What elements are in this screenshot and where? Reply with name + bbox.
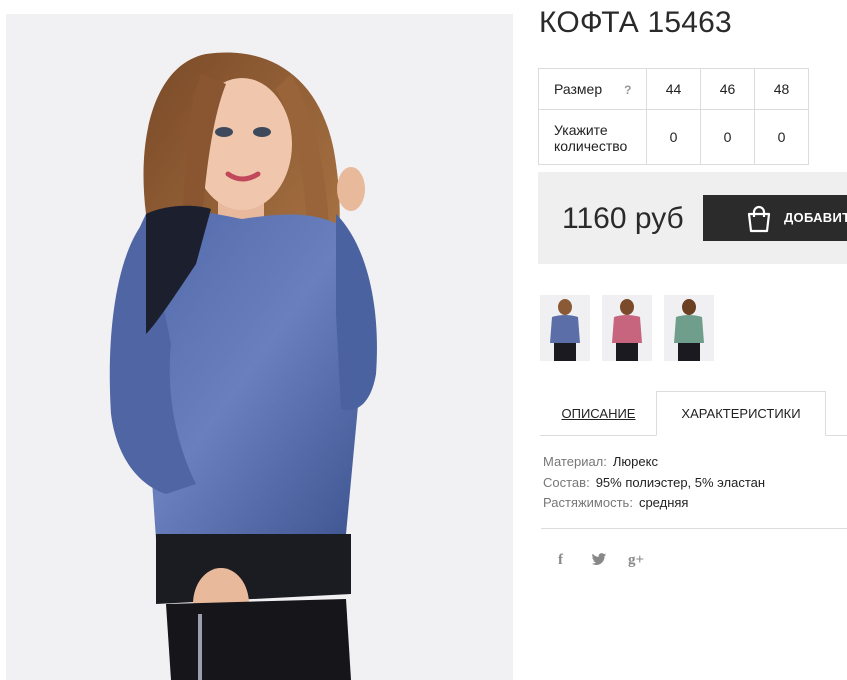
thumbnail-blue[interactable] <box>540 295 590 361</box>
product-price: 1160 руб <box>562 202 684 235</box>
google-plus-icon[interactable]: g+ <box>628 552 644 569</box>
add-to-cart-button[interactable]: ДОБАВИТЬ <box>703 195 847 241</box>
size-table: Размер? 44 46 48 Укажите количество 0 0 … <box>538 68 809 165</box>
shopping-bag-icon <box>745 205 773 236</box>
tab-characteristics[interactable]: ХАРАКТЕРИСТИКИ <box>656 391 826 436</box>
quantity-label-cell: Укажите количество <box>538 109 647 165</box>
size-option: 44 <box>646 68 701 110</box>
size-option: 48 <box>754 68 809 110</box>
size-option: 46 <box>700 68 755 110</box>
tab-description[interactable]: ОПИСАНИЕ <box>540 391 657 435</box>
characteristic-value: 95% полиэстер, 5% эластан <box>595 474 766 490</box>
product-photo-illustration <box>109 52 377 680</box>
thumbnail-pink-image <box>612 299 642 361</box>
thumbnail-green-image <box>674 299 704 361</box>
thumbnail-green[interactable] <box>664 295 714 361</box>
quantity-input[interactable]: 0 <box>700 109 755 165</box>
characteristic-row: Растяжимость: средняя <box>543 495 765 516</box>
add-to-cart-label: ДОБАВИТЬ <box>784 210 847 225</box>
quantity-label-line2: количество <box>554 138 628 154</box>
facebook-icon[interactable]: f <box>558 552 563 569</box>
characteristic-key: Состав: <box>543 474 590 490</box>
size-help-icon[interactable]: ? <box>624 83 631 97</box>
characteristic-key: Растяжимость: <box>543 495 633 510</box>
characteristic-row: Состав: 95% полиэстер, 5% эластан <box>543 475 765 496</box>
product-tabs: ОПИСАНИЕ ХАРАКТЕРИСТИКИ <box>540 391 847 436</box>
characteristic-row: Материал: Люрекс <box>543 454 765 475</box>
size-label: Размер <box>554 81 603 97</box>
product-title: КОФТА 15463 <box>539 6 732 39</box>
product-photo[interactable] <box>6 14 513 680</box>
section-divider <box>541 528 847 529</box>
characteristics-list: Материал: Люрекс Состав: 95% полиэстер, 5%… <box>543 454 765 516</box>
twitter-icon[interactable] <box>591 553 607 571</box>
size-label-cell: Размер? <box>538 68 647 110</box>
characteristic-key: Материал: <box>543 454 607 469</box>
quantity-input[interactable]: 0 <box>754 109 809 165</box>
characteristic-value: средняя <box>638 495 689 510</box>
thumbnail-blue-image <box>550 299 580 361</box>
thumbnail-pink[interactable] <box>602 295 652 361</box>
price-box: 1160 руб ДОБАВИТЬ <box>538 172 847 264</box>
quantity-input[interactable]: 0 <box>646 109 701 165</box>
characteristic-value: Люрекс <box>612 454 658 469</box>
quantity-label-line1: Укажите <box>554 122 608 138</box>
